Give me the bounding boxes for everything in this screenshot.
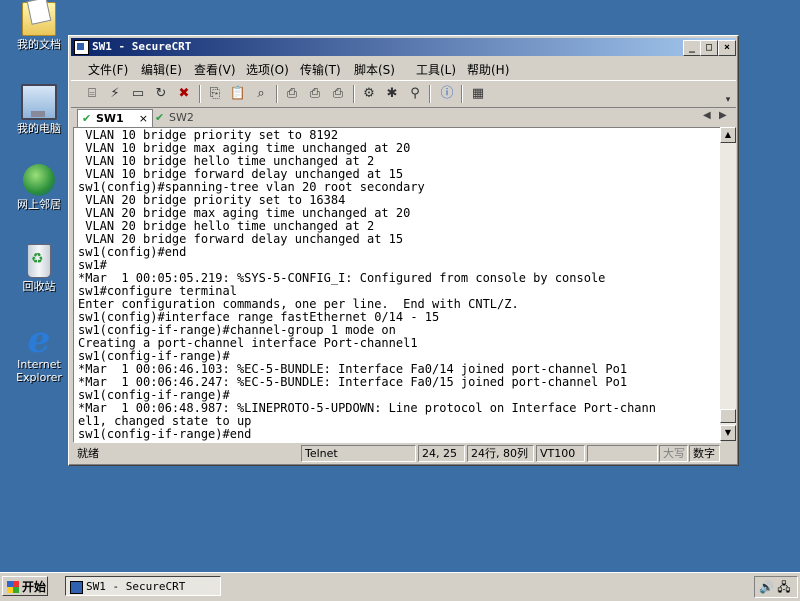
tab-sw2[interactable]: ✔ SW2 <box>151 109 197 126</box>
status-protocol: Telnet <box>301 445 416 462</box>
toolbar-overflow-icon[interactable]: ▾ <box>719 91 737 109</box>
menu-file[interactable]: 文件(F) <box>88 61 128 78</box>
screen-icon[interactable]: ▦ <box>469 85 487 103</box>
terminal-line: sw1(config-if-range)#end <box>78 427 252 441</box>
menu-help[interactable]: 帮助(H) <box>467 61 509 78</box>
close-button[interactable]: × <box>718 40 736 56</box>
status-bar: 就绪 Telnet 24, 25 24行, 80列 VT100 大写 数字 <box>71 444 736 463</box>
keymap-icon[interactable]: ⚲ <box>406 85 424 103</box>
global-options-icon[interactable]: ✱ <box>383 85 401 103</box>
network-places-icon <box>23 164 55 196</box>
terminal-output[interactable]: VLAN 10 bridge priority set to 8192 VLAN… <box>73 127 721 443</box>
paste-icon[interactable]: 📋 <box>229 85 247 103</box>
securecrt-app-icon <box>70 581 83 594</box>
connected-check-icon: ✔ <box>155 111 165 124</box>
close-tab-icon[interactable]: × <box>139 110 148 127</box>
help-icon[interactable]: ⓘ <box>438 85 456 103</box>
desktop-icon-label: Internet Explorer <box>16 358 62 384</box>
desktop-icon-network-places[interactable]: 网上邻居 <box>6 164 72 211</box>
recycle-bin-icon <box>27 244 51 278</box>
disconnect-icon[interactable]: ✖ <box>175 85 193 103</box>
desktop-icon-label: 我的电脑 <box>17 122 61 135</box>
toolbar-separator <box>353 85 355 103</box>
connect-tab-icon[interactable]: ▭ <box>129 85 147 103</box>
maximize-button[interactable]: □ <box>700 40 718 56</box>
connect-icon[interactable]: ⌸ <box>83 85 101 103</box>
vertical-scrollbar[interactable]: ▲ ▼ <box>720 127 736 441</box>
print-icon[interactable]: ⎙ <box>283 85 301 103</box>
toolbar-separator <box>429 85 431 103</box>
scroll-down-icon[interactable]: ▼ <box>720 425 736 441</box>
toolbar-separator <box>276 85 278 103</box>
quick-connect-icon[interactable]: ⚡ <box>106 85 124 103</box>
status-caps-lock: 大写 <box>659 445 688 462</box>
session-tab-bar: ✔ SW1 × ✔ SW2 ◀ ▶ <box>71 108 736 127</box>
menu-bar: 文件(F) 编辑(E) 查看(V) 选项(O) 传输(T) 脚本(S) 工具(L… <box>71 58 736 78</box>
status-blank <box>587 445 658 462</box>
taskbar: 开始 SW1 - SecureCRT 🔊 🖧 <box>0 572 800 601</box>
desktop-icon-label: 回收站 <box>22 280 56 293</box>
taskbar-button-label: SW1 - SecureCRT <box>86 580 186 593</box>
window-title: SW1 - SecureCRT <box>92 40 192 53</box>
menu-view[interactable]: 查看(V) <box>194 61 236 78</box>
title-bar[interactable]: SW1 - SecureCRT _ □ × <box>71 38 736 56</box>
menu-script[interactable]: 脚本(S) <box>354 61 395 78</box>
desktop-icon-label: 网上邻居 <box>17 198 61 211</box>
toolbar-separator <box>199 85 201 103</box>
scroll-thumb[interactable] <box>720 409 736 423</box>
tab-sw1[interactable]: ✔ SW1 × <box>77 109 153 127</box>
session-options-icon[interactable]: ⚙ <box>360 85 378 103</box>
start-button[interactable]: 开始 <box>2 576 48 596</box>
print-setup-icon[interactable]: ⎙ <box>329 85 347 103</box>
find-icon[interactable]: ⌕ <box>252 85 270 103</box>
desktop-icon-recycle-bin[interactable]: 回收站 <box>6 244 72 293</box>
menu-tools[interactable]: 工具(L) <box>416 61 456 78</box>
desktop-icon-my-computer[interactable]: 我的电脑 <box>6 84 72 135</box>
scroll-up-icon[interactable]: ▲ <box>720 127 736 143</box>
my-documents-icon <box>22 2 56 36</box>
network-tray-icon[interactable]: 🖧 <box>777 580 791 594</box>
menu-transfer[interactable]: 传输(T) <box>300 61 341 78</box>
system-tray: 🔊 🖧 <box>754 576 798 598</box>
status-num-lock: 数字 <box>689 445 720 462</box>
status-emulation: VT100 <box>536 445 585 462</box>
copy-icon[interactable]: ⎘ <box>206 85 224 103</box>
tab-scroll-right-icon[interactable]: ▶ <box>719 110 727 121</box>
tab-label: SW2 <box>169 111 194 124</box>
connected-check-icon: ✔ <box>82 112 92 125</box>
tab-label: SW1 <box>96 112 124 125</box>
menu-options[interactable]: 选项(O) <box>246 61 289 78</box>
print-selection-icon[interactable]: ⎙ <box>306 85 324 103</box>
toolbar-separator <box>461 85 463 103</box>
status-ready: 就绪 <box>77 447 99 460</box>
windows-logo-icon <box>7 581 19 593</box>
securecrt-window: SW1 - SecureCRT _ □ × 文件(F) 编辑(E) 查看(V) … <box>68 35 739 466</box>
taskbar-button-securecrt[interactable]: SW1 - SecureCRT <box>65 576 221 596</box>
internet-explorer-icon: e <box>27 319 51 361</box>
desktop-icon-internet-explorer[interactable]: e Internet Explorer <box>6 319 72 384</box>
my-computer-icon <box>21 84 57 120</box>
status-cursor-position: 24, 25 <box>418 445 465 462</box>
minimize-button[interactable]: _ <box>683 40 701 56</box>
menu-edit[interactable]: 编辑(E) <box>141 61 182 78</box>
toolbar: ⌸ ⚡ ▭ ↻ ✖ ⎘ 📋 ⌕ ⎙ ⎙ ⎙ ⚙ ✱ ⚲ ⓘ ▦ ▾ <box>71 80 736 108</box>
tab-scroll-left-icon[interactable]: ◀ <box>703 110 711 121</box>
desktop-icon-my-documents[interactable]: 我的文档 <box>6 2 72 51</box>
start-label: 开始 <box>22 580 47 594</box>
volume-icon[interactable]: 🔊 <box>759 580 774 594</box>
reconnect-icon[interactable]: ↻ <box>152 85 170 103</box>
desktop-icon-label: 我的文档 <box>17 38 61 51</box>
securecrt-app-icon[interactable] <box>74 40 89 55</box>
status-terminal-size: 24行, 80列 <box>467 445 534 462</box>
